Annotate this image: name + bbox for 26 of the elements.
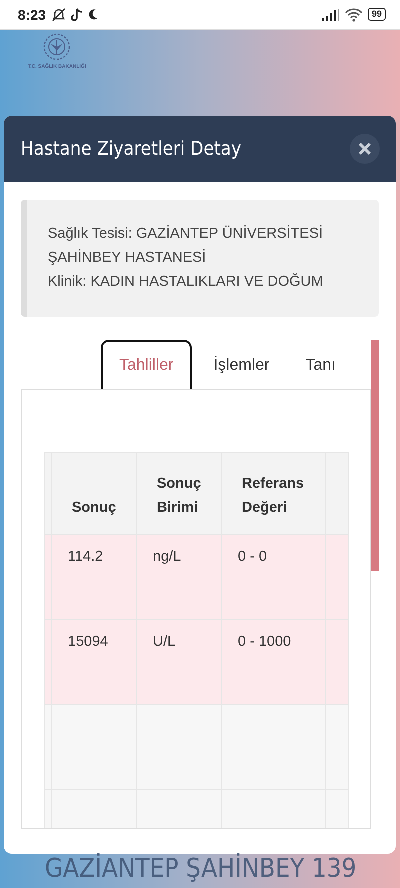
table-cell: 0 - 0 <box>222 534 326 620</box>
wifi-icon <box>344 8 363 22</box>
close-icon <box>358 142 372 156</box>
clinic-text: Klinik: KADIN HASTALIKLARI VE DOĞUM <box>48 272 324 292</box>
column-header: Sonuç Birimi <box>136 452 222 534</box>
muted-bell-icon <box>52 8 66 22</box>
column-header: Sonuç <box>52 452 136 534</box>
tab[interactable]: Tanı <box>288 340 354 389</box>
table-cell: 15094 <box>52 620 136 704</box>
table-cell: U/L <box>136 620 222 704</box>
emblem-icon <box>43 33 72 61</box>
table-cell: 0 - 1000 <box>222 620 326 704</box>
heading-text: GAZİANTEP ŞAHİNBEY 139 <box>45 855 358 884</box>
column-header: Referans Değeri <box>222 452 326 534</box>
clock-time: 8:23 <box>18 6 46 22</box>
battery-level: 99 <box>368 8 386 21</box>
tab[interactable]: İşlemler <box>196 340 288 389</box>
signal-icon <box>322 8 340 20</box>
modal-title: Hastane Ziyaretleri Detay <box>21 138 242 160</box>
table-cell: 114.2 <box>52 534 136 620</box>
close-button[interactable] <box>350 134 380 164</box>
moon-icon <box>88 8 100 20</box>
tab[interactable]: Tahliller <box>101 340 192 389</box>
table-cell: ng/L <box>136 534 222 620</box>
facility-text: Sağlık Tesisi: GAZİANTEP ÜNİVERSİTESİ ŞAHİNBEY HASTANESİ <box>48 224 324 268</box>
music-note-icon <box>71 8 84 22</box>
